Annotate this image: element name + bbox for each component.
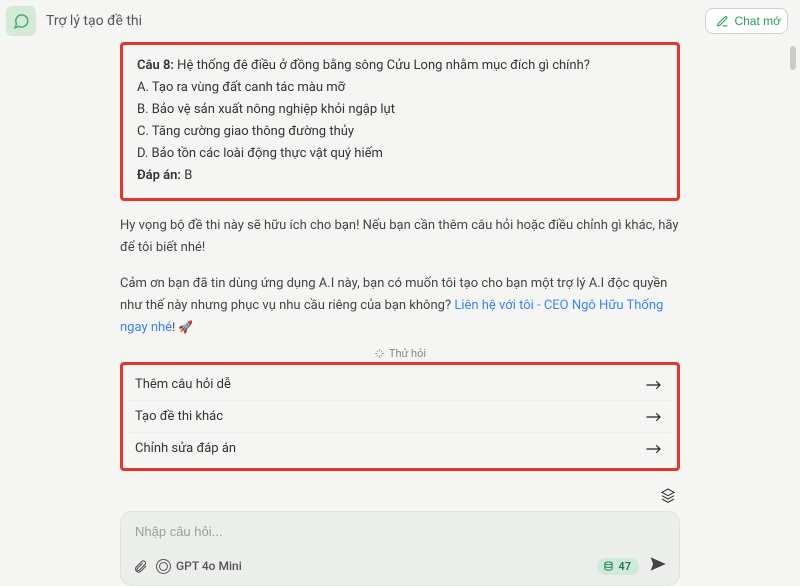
answer-line: Đáp án: B <box>137 165 663 187</box>
option-c: C. Tăng cường giao thông đường thủy <box>137 121 663 143</box>
question-block: Câu 8: Hệ thống đê điều ở đồng bằng sông… <box>120 42 680 201</box>
arrow-right-icon <box>645 410 663 424</box>
answer-value: B <box>184 168 192 183</box>
main-column: Câu 8: Hệ thống đê điều ở đồng bằng sông… <box>120 42 680 586</box>
paperclip-icon[interactable] <box>133 559 148 574</box>
option-d: D. Bảo tồn các loài động thực vật quý hi… <box>137 143 663 165</box>
question-prompt: Câu 8: Hệ thống đê điều ở đồng bằng sông… <box>137 55 663 77</box>
option-b: B. Bảo vệ sản xuất nông nghiệp khỏi ngập… <box>137 99 663 121</box>
database-icon <box>603 561 614 572</box>
suggestion-label: Chỉnh sửa đáp án <box>135 441 236 456</box>
stack-toggle[interactable] <box>120 485 680 511</box>
scrollbar-thumb[interactable] <box>790 46 796 70</box>
new-chat-button[interactable]: Chat mớ <box>705 8 788 34</box>
edit-icon <box>716 15 729 28</box>
token-pill[interactable]: 47 <box>597 558 639 575</box>
topbar: Trợ lý tạo đề thi Chat mớ <box>0 0 800 42</box>
sparkle-icon <box>374 348 385 359</box>
suggestions-block: Thêm câu hỏi dễ Tạo đề thi khác Chỉnh sử… <box>120 362 680 471</box>
model-icon <box>156 559 171 574</box>
suggestion-item[interactable]: Chỉnh sửa đáp án <box>129 432 671 464</box>
composer-right: 47 <box>597 555 667 577</box>
answer-label: Đáp án: <box>137 168 181 183</box>
try-it-label: Thử hỏi <box>120 347 680 360</box>
composer: GPT 4o Mini 47 <box>120 511 680 586</box>
suggestion-item[interactable]: Thêm câu hỏi dễ <box>129 369 671 400</box>
arrow-right-icon <box>645 442 663 456</box>
suggestion-label: Tạo đề thi khác <box>135 409 223 424</box>
page-title: Trợ lý tạo đề thi <box>46 13 142 29</box>
layers-icon <box>660 487 676 503</box>
option-a: A. Tạo ra vùng đất canh tác màu mỡ <box>137 77 663 99</box>
app-icon[interactable] <box>6 6 36 36</box>
message-input[interactable] <box>133 522 667 555</box>
chat-bubble-icon <box>12 12 30 30</box>
composer-bar: GPT 4o Mini 47 <box>133 555 667 577</box>
send-button[interactable] <box>649 555 667 577</box>
promo-tail: ! 🚀 <box>172 320 193 334</box>
new-chat-label: Chat mớ <box>734 14 781 28</box>
promo-text: Cảm ơn bạn đã tin dùng ứng dụng A.I này,… <box>120 273 680 339</box>
composer-left: GPT 4o Mini <box>133 559 242 574</box>
send-icon <box>649 555 667 573</box>
scrollbar[interactable] <box>790 46 798 496</box>
model-name: GPT 4o Mini <box>176 559 242 573</box>
suggestion-label: Thêm câu hỏi dễ <box>135 377 231 392</box>
model-selector[interactable]: GPT 4o Mini <box>156 559 242 574</box>
closing-text: Hy vọng bộ đề thi này sẽ hữu ích cho bạn… <box>120 215 680 259</box>
suggestion-item[interactable]: Tạo đề thi khác <box>129 400 671 432</box>
question-label: Câu 8: <box>137 58 174 73</box>
question-text: Hệ thống đê điều ở đồng bằng sông Cửu Lo… <box>177 58 590 73</box>
token-count: 47 <box>618 560 631 573</box>
topbar-left: Trợ lý tạo đề thi <box>6 6 142 36</box>
arrow-right-icon <box>645 378 663 392</box>
